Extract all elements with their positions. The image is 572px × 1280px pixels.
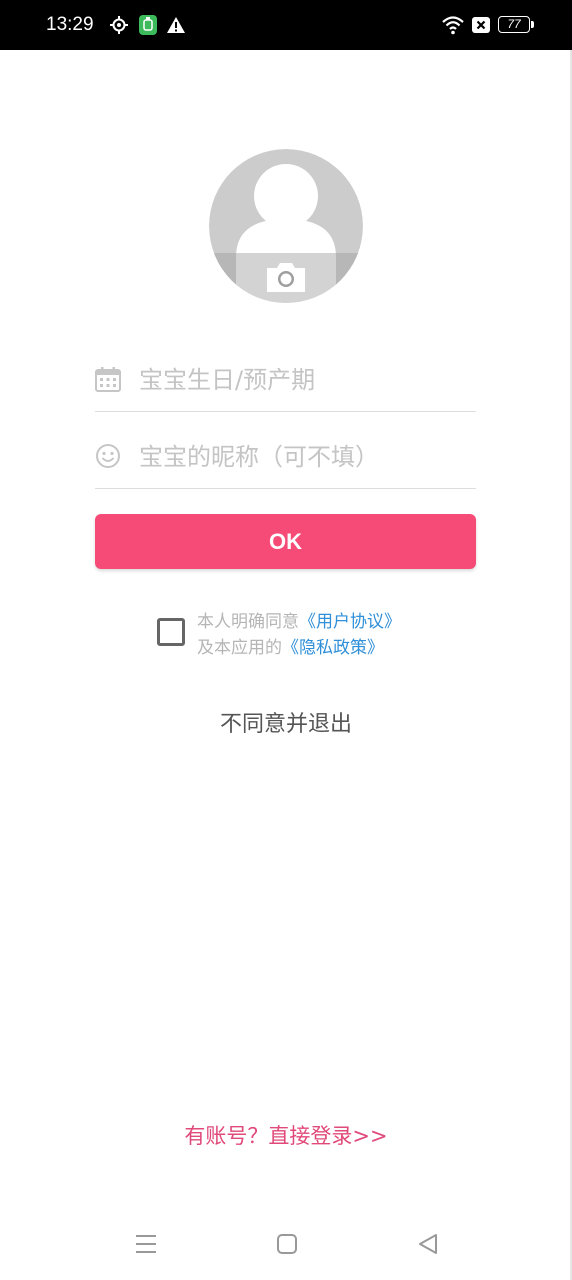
calendar-icon [95, 367, 121, 392]
agreement-line-1: 本人明确同意《用户协议》 [197, 609, 457, 635]
wifi-icon [442, 16, 464, 35]
privacy-policy-link[interactable]: 《隐私政策》 [282, 638, 384, 658]
agreement-prefix-1: 本人明确同意 [197, 612, 299, 632]
nickname-field [95, 427, 476, 489]
camera-icon [267, 263, 305, 292]
agreement-line-2: 及本应用的《隐私政策》 [197, 635, 457, 661]
user-agreement-link[interactable]: 《用户协议》 [299, 612, 401, 632]
location-icon [110, 16, 128, 34]
smiley-icon [96, 444, 120, 468]
agreement-checkbox[interactable] [157, 618, 185, 646]
home-icon[interactable] [275, 1232, 299, 1256]
nickname-input[interactable] [139, 435, 469, 479]
back-icon[interactable] [416, 1232, 440, 1256]
login-link[interactable]: 有账号？直接登录>> [0, 1120, 572, 1152]
warning-icon [167, 17, 185, 33]
no-sim-icon [472, 17, 490, 33]
birthday-input[interactable] [139, 358, 469, 402]
status-time: 13:29 [46, 14, 94, 35]
battery-icon: 77 [498, 16, 530, 33]
app-notification-icon [139, 15, 157, 35]
birthday-field [95, 350, 476, 412]
ok-button[interactable]: OK [95, 514, 476, 569]
agreement-prefix-2: 及本应用的 [197, 638, 282, 658]
avatar-upload[interactable] [209, 149, 363, 303]
disagree-exit-button[interactable]: 不同意并退出 [0, 708, 572, 742]
agreement-text: 本人明确同意《用户协议》 及本应用的《隐私政策》 [197, 609, 457, 661]
menu-icon[interactable] [134, 1232, 158, 1256]
battery-tip [531, 21, 534, 28]
status-bar: 13:29 77 [0, 0, 572, 50]
